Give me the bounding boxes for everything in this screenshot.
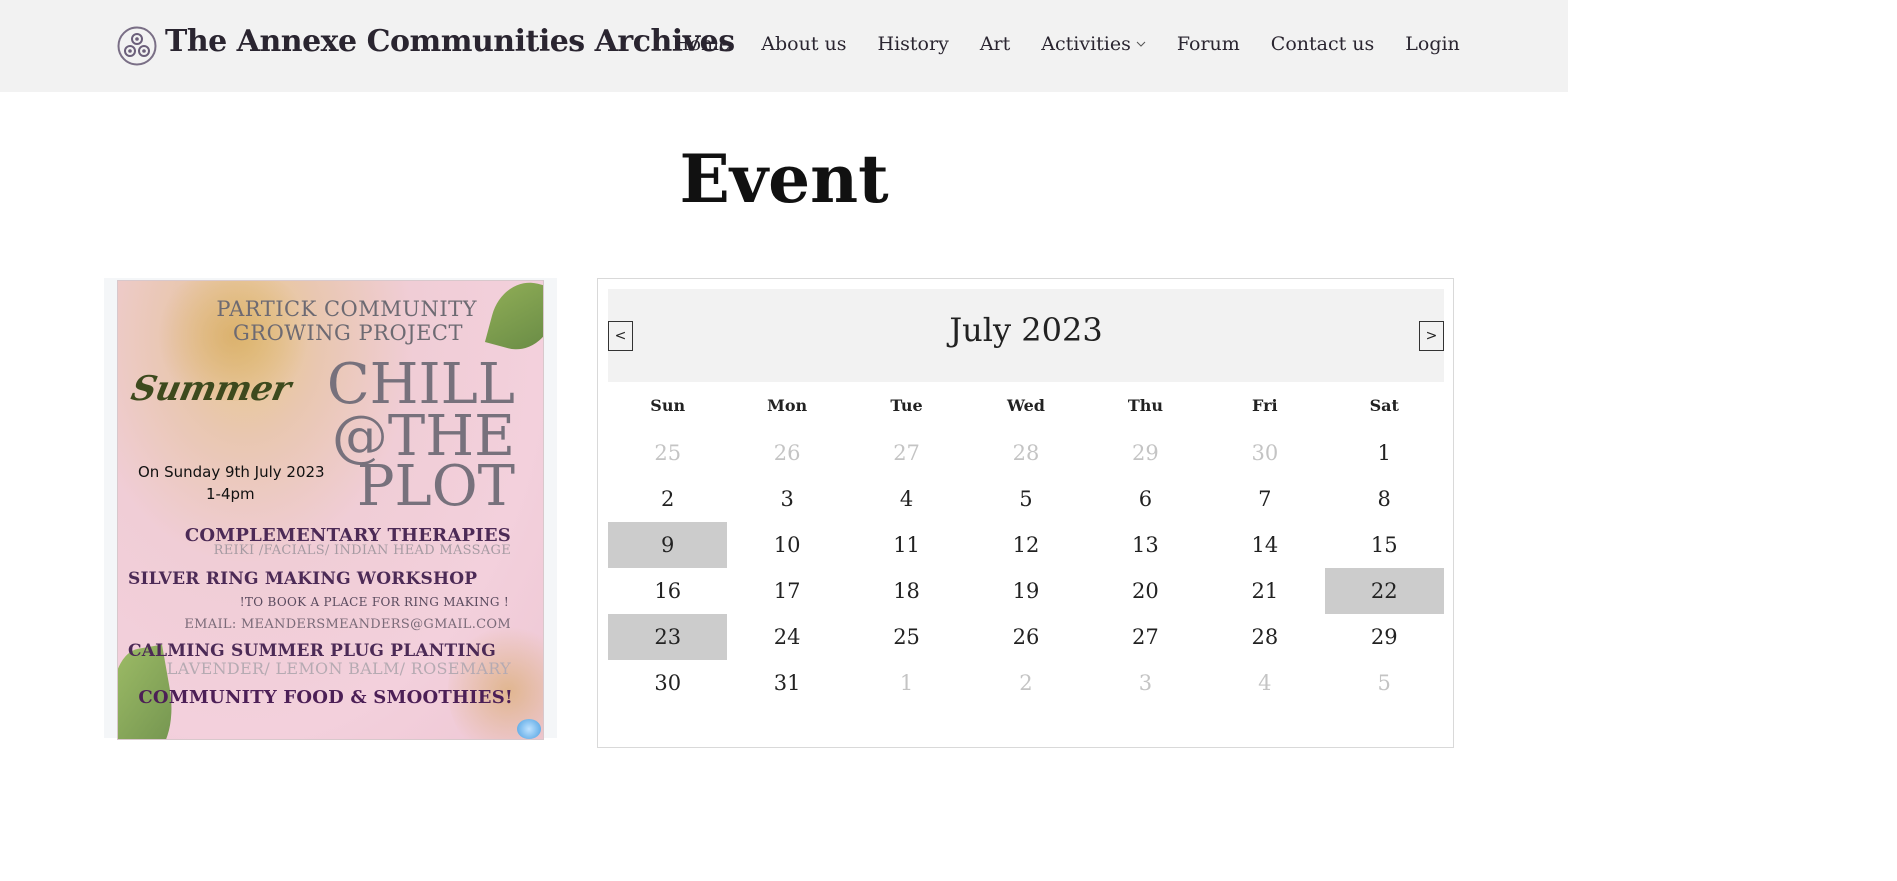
calendar-header: July 2023 < > — [608, 289, 1444, 382]
calendar-day[interactable]: 26 — [727, 430, 846, 476]
calendar-day[interactable]: 14 — [1205, 522, 1324, 568]
calendar-day[interactable]: 21 — [1205, 568, 1324, 614]
calendar-day[interactable]: 11 — [847, 522, 966, 568]
calendar-day[interactable]: 25 — [847, 614, 966, 660]
nav-about[interactable]: About us — [761, 33, 846, 55]
nav-history-label: History — [877, 33, 949, 55]
poster-time: 1-4pm — [206, 485, 255, 503]
calendar-week-row: 16 17 18 19 20 21 22 — [608, 568, 1444, 614]
nav-forum[interactable]: Forum — [1177, 33, 1240, 55]
calendar-day[interactable]: 13 — [1086, 522, 1205, 568]
poster-book: !TO BOOK A PLACE FOR RING MAKING ! — [239, 595, 509, 609]
nav-contact[interactable]: Contact us — [1271, 33, 1374, 55]
poster-summer: Summer — [127, 369, 295, 409]
poster-food: COMMUNITY FOOD & SMOOTHIES! — [138, 687, 513, 708]
calendar-day[interactable]: 4 — [1205, 660, 1324, 706]
calendar-week-row: 23 24 25 26 27 28 29 — [608, 614, 1444, 660]
flower-decoration — [517, 719, 541, 739]
weekday-fri: Fri — [1252, 396, 1278, 415]
weekday-sat: Sat — [1369, 396, 1399, 415]
calendar-day[interactable]: 29 — [1086, 430, 1205, 476]
calendar-prev-button[interactable]: < — [608, 321, 633, 351]
calendar-day[interactable]: 5 — [1325, 660, 1444, 706]
nav-forum-label: Forum — [1176, 33, 1240, 55]
calendar-day[interactable]: 27 — [1086, 614, 1205, 660]
calendar-day[interactable]: 3 — [727, 476, 846, 522]
calendar-day[interactable]: 17 — [727, 568, 846, 614]
calendar-day[interactable]: 18 — [847, 568, 966, 614]
calendar-day[interactable]: 26 — [966, 614, 1085, 660]
event-calendar: July 2023 < > Sun Mon Tue Wed Thu Fri Sa… — [597, 278, 1454, 748]
site-header: The Annexe Communities Archives Home Abo… — [0, 0, 1568, 92]
calendar-day[interactable]: 1 — [847, 660, 966, 706]
nav-art[interactable]: Art — [980, 33, 1010, 55]
poster-org-line1: PARTICK COMMUNITY — [216, 297, 477, 321]
calendar-day[interactable]: 2 — [966, 660, 1085, 706]
calendar-grid: Sun Mon Tue Wed Thu Fri Sat 25 26 27 28 29 30… — [608, 382, 1444, 706]
weekday-sun: Sun — [650, 396, 686, 415]
calendar-day-event[interactable]: 22 — [1324, 568, 1444, 614]
calendar-day[interactable]: 6 — [1086, 476, 1205, 522]
calendar-weekday-row: Sun Mon Tue Wed Thu Fri Sat — [608, 382, 1444, 430]
calendar-day[interactable]: 8 — [1325, 476, 1444, 522]
nav-activities[interactable]: Activities — [1041, 33, 1146, 55]
poster-workshop: SILVER RING MAKING WORKSHOP — [128, 569, 478, 589]
nav-activities-label: Activities — [1041, 33, 1131, 55]
main-nav: Home About us History Art Activities For… — [673, 33, 1460, 55]
calendar-day[interactable]: 4 — [847, 476, 966, 522]
calendar-day[interactable]: 16 — [608, 568, 727, 614]
calendar-day[interactable]: 25 — [608, 430, 727, 476]
calendar-day[interactable]: 10 — [727, 522, 846, 568]
nav-login-label: Login — [1405, 33, 1460, 55]
nav-contact-label: Contact us — [1270, 33, 1375, 55]
site-title[interactable]: The Annexe Communities Archives — [165, 24, 735, 59]
nav-about-label: About us — [761, 33, 847, 55]
calendar-day[interactable]: 31 — [727, 660, 846, 706]
triskele-icon[interactable] — [117, 26, 157, 66]
calendar-week-row: 30 31 1 2 3 4 5 — [608, 660, 1444, 706]
calendar-day[interactable]: 27 — [847, 430, 966, 476]
weekday-thu: Thu — [1127, 396, 1163, 415]
poster-plot: PLOT — [356, 454, 515, 519]
calendar-day[interactable]: 30 — [1205, 430, 1324, 476]
nav-art-label: Art — [979, 33, 1011, 55]
calendar-month-label: July 2023 — [949, 311, 1103, 349]
calendar-day[interactable]: 15 — [1325, 522, 1444, 568]
poster-email: EMAIL: MEANDERSMEANDERS@GMAIL.COM — [184, 617, 511, 632]
nav-home[interactable]: Home — [673, 33, 730, 55]
calendar-day[interactable]: 28 — [1205, 614, 1324, 660]
poster-planting: CALMING SUMMER PLUG PLANTING — [128, 641, 496, 661]
calendar-day[interactable]: 20 — [1086, 568, 1205, 614]
calendar-day[interactable]: 5 — [966, 476, 1085, 522]
weekday-wed: Wed — [1006, 396, 1045, 415]
nav-home-label: Home — [673, 33, 731, 55]
event-poster-image[interactable]: PARTICK COMMUNITY GROWING PROJECT Summer… — [117, 280, 544, 740]
page-title: Event — [679, 140, 889, 218]
calendar-day[interactable]: 3 — [1086, 660, 1205, 706]
calendar-day[interactable]: 24 — [727, 614, 846, 660]
calendar-day[interactable]: 1 — [1325, 430, 1444, 476]
chevron-down-icon — [1136, 41, 1146, 47]
calendar-day[interactable]: 2 — [608, 476, 727, 522]
calendar-day[interactable]: 29 — [1325, 614, 1444, 660]
calendar-week-row: 25 26 27 28 29 30 1 — [608, 430, 1444, 476]
calendar-week-row: 9 10 11 12 13 14 15 — [608, 522, 1444, 568]
calendar-day[interactable]: 19 — [966, 568, 1085, 614]
poster-date: On Sunday 9th July 2023 — [138, 463, 325, 481]
calendar-day[interactable]: 7 — [1205, 476, 1324, 522]
calendar-day-event[interactable]: 9 — [608, 522, 728, 568]
calendar-day[interactable]: 28 — [966, 430, 1085, 476]
poster-planting-sub: LAVENDER/ LEMON BALM/ ROSEMARY — [166, 659, 511, 678]
poster-therapies-sub: REIKI /FACIALS/ INDIAN HEAD MASSAGE — [213, 543, 511, 558]
nav-login[interactable]: Login — [1405, 33, 1460, 55]
calendar-day-event[interactable]: 23 — [608, 614, 728, 660]
calendar-day[interactable]: 30 — [608, 660, 727, 706]
calendar-week-row: 2345678 — [608, 476, 1444, 522]
nav-history[interactable]: History — [878, 33, 949, 55]
poster-org-line2: GROWING PROJECT — [233, 321, 463, 345]
weekday-mon: Mon — [767, 396, 808, 415]
calendar-next-button[interactable]: > — [1419, 321, 1444, 351]
calendar-day[interactable]: 12 — [966, 522, 1085, 568]
weekday-tue: Tue — [890, 396, 923, 415]
